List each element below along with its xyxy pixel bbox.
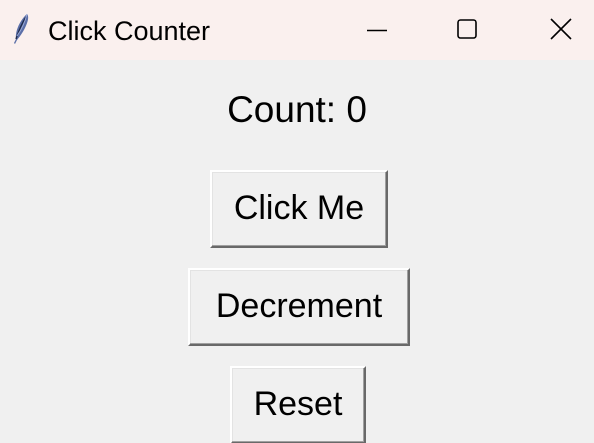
click-me-button[interactable]: Click Me <box>210 170 388 248</box>
decrement-button[interactable]: Decrement <box>188 268 410 346</box>
reset-button[interactable]: Reset <box>230 366 366 443</box>
title-bar[interactable]: Click Counter <box>0 0 594 60</box>
minimize-icon <box>367 29 387 32</box>
minimize-button[interactable] <box>332 0 422 60</box>
window-title: Click Counter <box>48 16 211 46</box>
maximize-button[interactable] <box>422 0 512 60</box>
feather-icon <box>10 12 32 46</box>
app-window: Click Counter Count: 0 Click Me Decremen… <box>0 0 594 443</box>
count-label: Count: 0 <box>227 89 367 130</box>
maximize-icon <box>457 19 477 39</box>
close-icon <box>550 18 572 40</box>
close-button[interactable] <box>514 0 594 60</box>
